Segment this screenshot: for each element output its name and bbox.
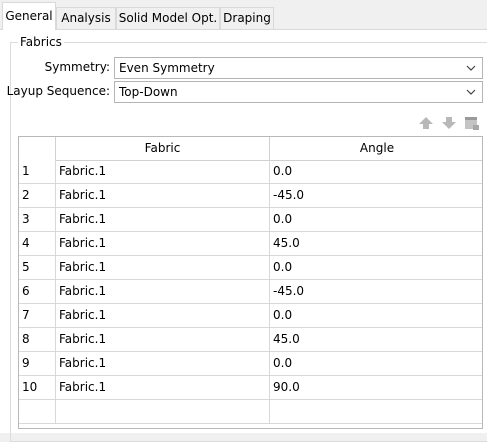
table-row[interactable]: 7 Fabric.1 0.0 bbox=[19, 304, 482, 328]
fabrics-table: Fabric Angle 1 Fabric.1 0.0 2 Fabric.1 -… bbox=[18, 136, 483, 429]
angle-cell[interactable]: 45.0 bbox=[270, 328, 482, 351]
angle-cell[interactable]: 0.0 bbox=[270, 256, 482, 279]
symmetry-label: Symmetry: bbox=[44, 60, 110, 74]
table-row[interactable]: 4 Fabric.1 45.0 bbox=[19, 232, 482, 256]
table-row[interactable]: 8 Fabric.1 45.0 bbox=[19, 328, 482, 352]
delete-row-icon[interactable] bbox=[464, 115, 480, 131]
table-row[interactable]: 3 Fabric.1 0.0 bbox=[19, 208, 482, 232]
fabric-cell[interactable]: Fabric.1 bbox=[56, 160, 270, 183]
row-number[interactable]: 4 bbox=[19, 232, 56, 255]
fabric-cell[interactable]: Fabric.1 bbox=[56, 208, 270, 231]
fabric-cell[interactable]: Fabric.1 bbox=[56, 184, 270, 207]
row-number[interactable]: 10 bbox=[19, 376, 56, 399]
angle-cell[interactable]: -45.0 bbox=[270, 184, 482, 207]
tab-solid-model-opt[interactable]: Solid Model Opt. bbox=[116, 7, 220, 29]
table-row[interactable]: 9 Fabric.1 0.0 bbox=[19, 352, 482, 376]
angle-cell[interactable]: 90.0 bbox=[270, 376, 482, 399]
angle-cell[interactable]: -45.0 bbox=[270, 280, 482, 303]
angle-cell[interactable]: 0.0 bbox=[270, 304, 482, 327]
angle-cell[interactable]: 0.0 bbox=[270, 160, 482, 183]
row-number[interactable]: 5 bbox=[19, 256, 56, 279]
fabric-cell[interactable]: Fabric.1 bbox=[56, 256, 270, 279]
fabrics-group-title: Fabrics bbox=[18, 35, 64, 49]
table-row[interactable]: 6 Fabric.1 -45.0 bbox=[19, 280, 482, 304]
arrow-up-icon[interactable] bbox=[418, 115, 434, 131]
table-row[interactable]: 5 Fabric.1 0.0 bbox=[19, 256, 482, 280]
chevron-down-icon bbox=[466, 65, 476, 71]
angle-cell[interactable]: 0.0 bbox=[270, 208, 482, 231]
symmetry-select[interactable]: Even Symmetry bbox=[114, 57, 483, 79]
general-tab-panel: Fabrics Symmetry: Even Symmetry Layup Se… bbox=[0, 29, 487, 442]
tab-draping[interactable]: Draping bbox=[220, 7, 274, 29]
column-header-angle[interactable]: Angle bbox=[270, 137, 482, 160]
row-number[interactable]: 2 bbox=[19, 184, 56, 207]
layup-sequence-value: Top-Down bbox=[119, 85, 178, 99]
fabric-cell[interactable]: Fabric.1 bbox=[56, 328, 270, 351]
table-row[interactable]: 10 Fabric.1 90.0 bbox=[19, 376, 482, 400]
tab-general[interactable]: General bbox=[2, 2, 56, 30]
tab-bar: General Analysis Solid Model Opt. Drapin… bbox=[0, 0, 487, 30]
layup-sequence-label: Layup Sequence: bbox=[6, 84, 110, 98]
layup-sequence-select[interactable]: Top-Down bbox=[114, 81, 483, 103]
fabric-cell[interactable]: Fabric.1 bbox=[56, 352, 270, 375]
row-number[interactable]: 6 bbox=[19, 280, 56, 303]
symmetry-value: Even Symmetry bbox=[119, 61, 215, 75]
angle-cell[interactable] bbox=[270, 400, 482, 423]
header-corner[interactable] bbox=[19, 137, 56, 160]
table-row[interactable]: 2 Fabric.1 -45.0 bbox=[19, 184, 482, 208]
tab-analysis[interactable]: Analysis bbox=[56, 7, 116, 29]
angle-cell[interactable]: 0.0 bbox=[270, 352, 482, 375]
row-number[interactable] bbox=[19, 400, 56, 423]
column-header-fabric[interactable]: Fabric bbox=[56, 137, 270, 160]
row-number[interactable]: 7 bbox=[19, 304, 56, 327]
chevron-down-icon bbox=[466, 89, 476, 95]
fabric-cell[interactable]: Fabric.1 bbox=[56, 304, 270, 327]
row-number[interactable]: 8 bbox=[19, 328, 56, 351]
row-number[interactable]: 3 bbox=[19, 208, 56, 231]
fabric-cell[interactable]: Fabric.1 bbox=[56, 280, 270, 303]
table-row-empty[interactable] bbox=[19, 400, 482, 424]
fabric-cell[interactable]: Fabric.1 bbox=[56, 232, 270, 255]
angle-cell[interactable]: 45.0 bbox=[270, 232, 482, 255]
row-number[interactable]: 9 bbox=[19, 352, 56, 375]
row-number[interactable]: 1 bbox=[19, 160, 56, 183]
fabric-cell[interactable] bbox=[56, 400, 270, 423]
table-row[interactable]: 1 Fabric.1 0.0 bbox=[19, 160, 482, 184]
arrow-down-icon[interactable] bbox=[441, 115, 457, 131]
table-header: Fabric Angle bbox=[19, 137, 482, 161]
fabric-cell[interactable]: Fabric.1 bbox=[56, 376, 270, 399]
